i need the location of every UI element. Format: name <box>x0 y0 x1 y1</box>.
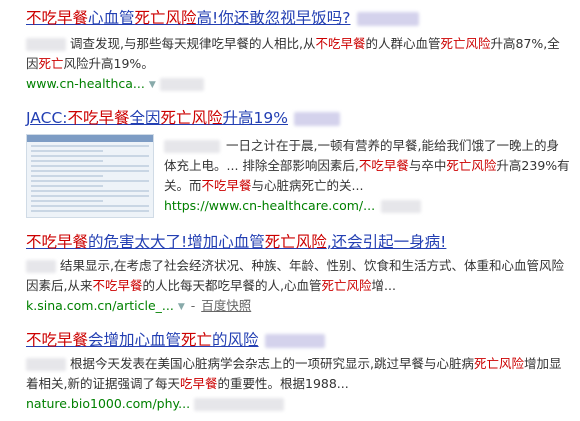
search-result-2: JACC:不吃早餐全因死亡风险升高19% <box>26 108 570 128</box>
redacted-block <box>381 200 422 213</box>
result-4-title-link[interactable]: 不吃早餐会增加心血管死亡的风险 <box>26 330 570 350</box>
title-highlight: 不吃早餐 <box>26 9 89 27</box>
result-3-title-link[interactable]: 不吃早餐的危害太大了!增加心血管死亡风险,还会引起一身病! <box>26 232 570 252</box>
title-highlight: 死亡风险 <box>134 9 197 27</box>
triangle-down-icon[interactable]: ▼ <box>149 75 156 95</box>
result-2-body: 一日之计在于晨,一顿有营养的早餐,能给我们饿了一晚上的身体充上电。... 排除全… <box>164 136 570 216</box>
result-3-snippet: 结果显示,在考虑了社会经济状况、种族、年龄、性别、饮食和生活方式、体重和心血管风… <box>26 258 564 293</box>
redacted-block <box>26 260 56 273</box>
redacted-block <box>294 111 340 126</box>
search-result-1: 不吃早餐心血管死亡风险高!你还敢忽视早饭吗? 调查发现,与那些每天规律吃早餐的人… <box>26 8 570 95</box>
result-1-snippet: 调查发现,与那些每天规律吃早餐的人相比,从不吃早餐的人群心血管死亡风险升高87%… <box>26 36 560 71</box>
result-1-url[interactable]: www.cn-healthca... ▼ <box>26 74 570 95</box>
title-text: 心血管 <box>88 9 135 27</box>
result-2-url[interactable]: https://www.cn-healthcare.com/... <box>164 196 570 216</box>
redacted-block <box>26 358 66 371</box>
triangle-down-icon[interactable]: ▼ <box>178 297 185 317</box>
redacted-block <box>356 11 419 26</box>
result-2-title-link[interactable]: JACC:不吃早餐全因死亡风险升高19% <box>26 108 570 128</box>
search-result-4: 不吃早餐会增加心血管死亡的风险 根据今天发表在美国心脏病学会杂志上的一项研究显示… <box>26 330 570 414</box>
result-1-title-link[interactable]: 不吃早餐心血管死亡风险高!你还敢忽视早饭吗? <box>26 8 570 28</box>
result-3-url[interactable]: k.sina.com.cn/article_... ▼ - 百度快照 <box>26 296 570 317</box>
redacted-block <box>159 78 204 91</box>
redacted-block <box>26 38 66 51</box>
result-4-url[interactable]: nature.bio1000.com/phy... <box>26 394 570 414</box>
redacted-block <box>194 398 285 411</box>
title-text: 高!你还敢忽视早饭吗? <box>196 9 351 27</box>
redacted-block <box>164 140 220 153</box>
search-result-3: 不吃早餐的危害太大了!增加心血管死亡风险,还会引起一身病! 结果显示,在考虑了社… <box>26 232 570 317</box>
result-2-snippet: 一日之计在于晨,一顿有营养的早餐,能给我们饿了一晚上的身体充上电。... 排除全… <box>164 138 570 193</box>
redacted-block <box>264 333 325 348</box>
result-2-thumbnail[interactable] <box>26 134 154 218</box>
snapshot-link[interactable]: 百度快照 <box>201 298 251 313</box>
result-4-snippet: 根据今天发表在美国心脏病学会杂志上的一项研究显示,跳过早餐与心脏病死亡风险增加显… <box>26 356 562 391</box>
